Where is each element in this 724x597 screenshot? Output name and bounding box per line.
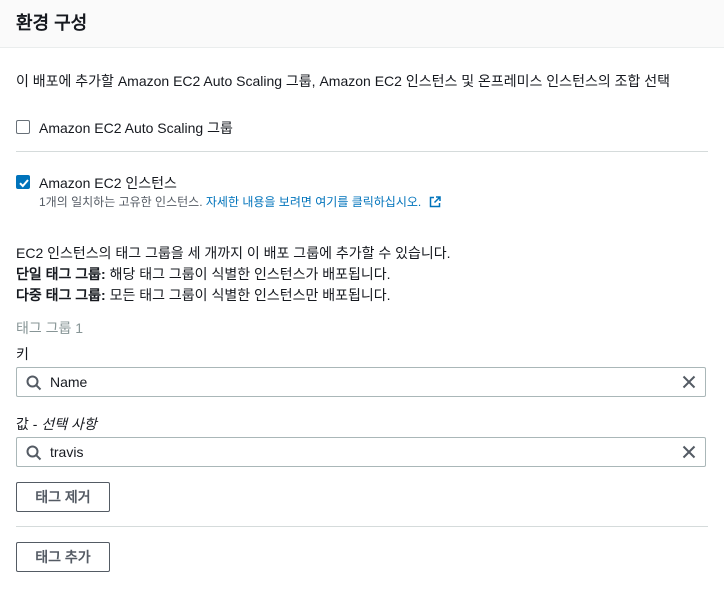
matching-instances-text: 1개의 일치하는 고유한 인스턴스.: [39, 195, 203, 209]
key-value: Name: [50, 374, 88, 390]
section-description: 이 배포에 추가할 Amazon EC2 Auto Scaling 그룹, Am…: [16, 73, 671, 89]
key-label: 키: [16, 346, 29, 362]
key-input[interactable]: Name: [16, 367, 706, 397]
external-link-icon[interactable]: [429, 196, 441, 211]
auto-scaling-label[interactable]: Amazon EC2 Auto Scaling 그룹: [39, 118, 233, 138]
section-header: 환경 구성: [0, 0, 724, 48]
auto-scaling-checkbox[interactable]: [16, 120, 30, 134]
tag-group-title: 태그 그룹 1: [16, 320, 84, 336]
ec2-instances-description: 1개의 일치하는 고유한 인스턴스. 자세한 내용을 보려면 여기를 클릭하십시…: [39, 193, 441, 211]
search-icon: [26, 445, 42, 461]
remove-tag-button[interactable]: 태그 제거: [16, 482, 110, 512]
close-icon[interactable]: [682, 375, 696, 389]
value-label: 값 - 선택 사항: [16, 416, 97, 432]
close-icon[interactable]: [682, 445, 696, 459]
value-input[interactable]: travis: [16, 437, 706, 467]
ec2-instances-label[interactable]: Amazon EC2 인스턴스: [39, 173, 177, 193]
multi-tag-group-info: 다중 태그 그룹: 모든 태그 그룹이 식별한 인스턴스만 배포됩니다.: [16, 287, 391, 303]
divider: [16, 151, 708, 152]
tag-group-info: EC2 인스턴스의 태그 그룹을 세 개까지 이 배포 그룹에 추가할 수 있습…: [16, 245, 451, 261]
details-link[interactable]: 자세한 내용을 보려면 여기를 클릭하십시오.: [206, 195, 421, 209]
section-title: 환경 구성: [16, 13, 88, 33]
add-tag-button[interactable]: 태그 추가: [16, 542, 110, 572]
value-value: travis: [50, 444, 84, 460]
check-icon: [19, 179, 29, 188]
ec2-instances-checkbox[interactable]: [16, 175, 30, 189]
divider: [16, 526, 708, 527]
single-tag-group-info: 단일 태그 그룹: 해당 태그 그룹이 식별한 인스턴스가 배포됩니다.: [16, 266, 391, 282]
search-icon: [26, 375, 42, 391]
